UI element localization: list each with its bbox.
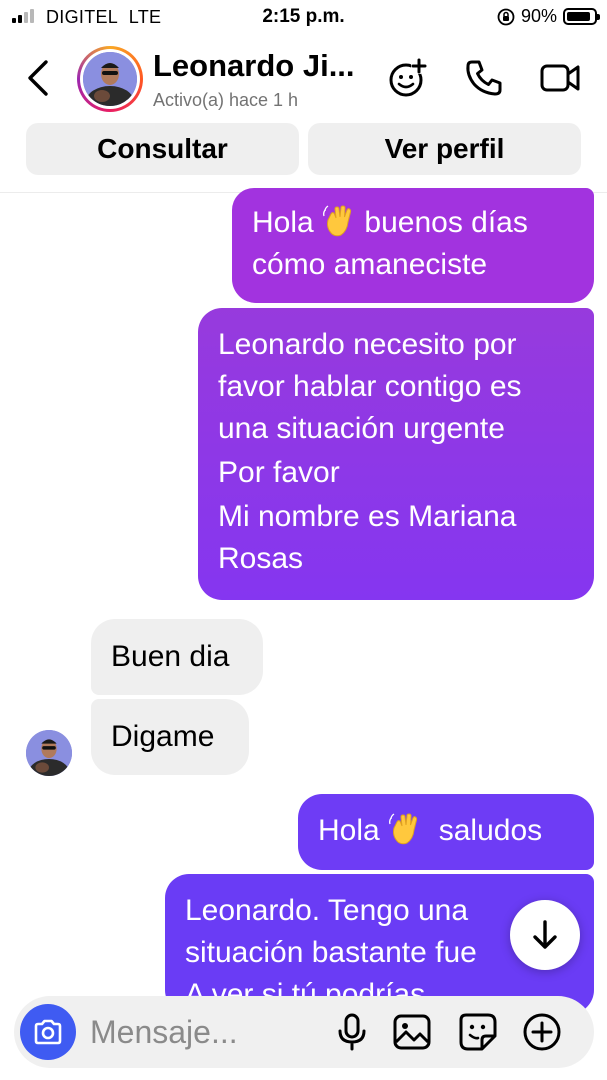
message-line: Hola buenos días	[252, 205, 528, 239]
consult-button[interactable]: Consultar	[26, 123, 299, 175]
camera-icon	[34, 1019, 62, 1045]
video-icon[interactable]	[538, 56, 582, 100]
message-outgoing[interactable]: Leonardo necesito por favor hablar conti…	[198, 308, 594, 600]
gallery-icon[interactable]	[390, 1010, 434, 1054]
message-outgoing[interactable]: Hola saludos	[298, 794, 594, 870]
sticker-add-icon[interactable]	[386, 56, 430, 100]
arrow-down-icon	[533, 920, 557, 949]
message-line: Por favor	[218, 456, 340, 489]
profile-actions: Consultar Ver perfil	[26, 123, 581, 175]
view-profile-button[interactable]: Ver perfil	[308, 123, 581, 175]
microphone-icon[interactable]	[330, 1010, 374, 1054]
orientation-lock-icon	[497, 8, 515, 25]
plus-icon[interactable]	[520, 1010, 564, 1054]
battery-percent: 90%	[520, 6, 557, 26]
camera-button[interactable]	[20, 1004, 76, 1060]
battery-fill	[567, 12, 591, 21]
chat-header: Leonardo Ji... Activo(a) hace 1 h	[0, 38, 607, 118]
message-composer	[14, 996, 594, 1068]
back-icon[interactable]	[22, 58, 56, 98]
waving-hand-emoji	[323, 205, 352, 237]
message-line: Mi nombre es Mariana	[218, 500, 517, 533]
status-bar: DIGITEL LTE 2:15 p.m. 90%	[0, 0, 607, 36]
message-line: Leonardo necesito por	[218, 328, 517, 361]
avatar[interactable]	[26, 730, 72, 776]
message-line: cómo amaneciste	[252, 248, 488, 281]
message-input[interactable]	[90, 1010, 300, 1054]
contact-avatar[interactable]	[77, 46, 143, 112]
scroll-down-button[interactable]	[510, 900, 580, 970]
message-line: Rosas	[218, 542, 304, 575]
contact-status: Activo(a) hace 1 h	[153, 90, 299, 110]
contact-name[interactable]: Leonardo Ji...	[153, 48, 378, 84]
phone-icon[interactable]	[462, 56, 506, 100]
message-line: Digame	[111, 720, 215, 753]
message-line: Buen dia	[111, 640, 230, 673]
message-line: favor hablar contigo es	[218, 370, 522, 403]
sticker-icon[interactable]	[456, 1010, 500, 1054]
message-line: una situación urgente	[218, 412, 505, 445]
message-outgoing[interactable]: Hola buenos días cómo amaneciste	[232, 188, 594, 303]
status-right: 90%	[497, 6, 600, 27]
message-incoming[interactable]: Digame	[91, 699, 249, 775]
battery-icon	[563, 8, 600, 25]
message-line: Hola saludos	[318, 813, 543, 847]
avatar	[83, 52, 137, 106]
waving-hand-emoji	[389, 813, 418, 845]
message-incoming[interactable]: Buen dia	[91, 619, 263, 695]
